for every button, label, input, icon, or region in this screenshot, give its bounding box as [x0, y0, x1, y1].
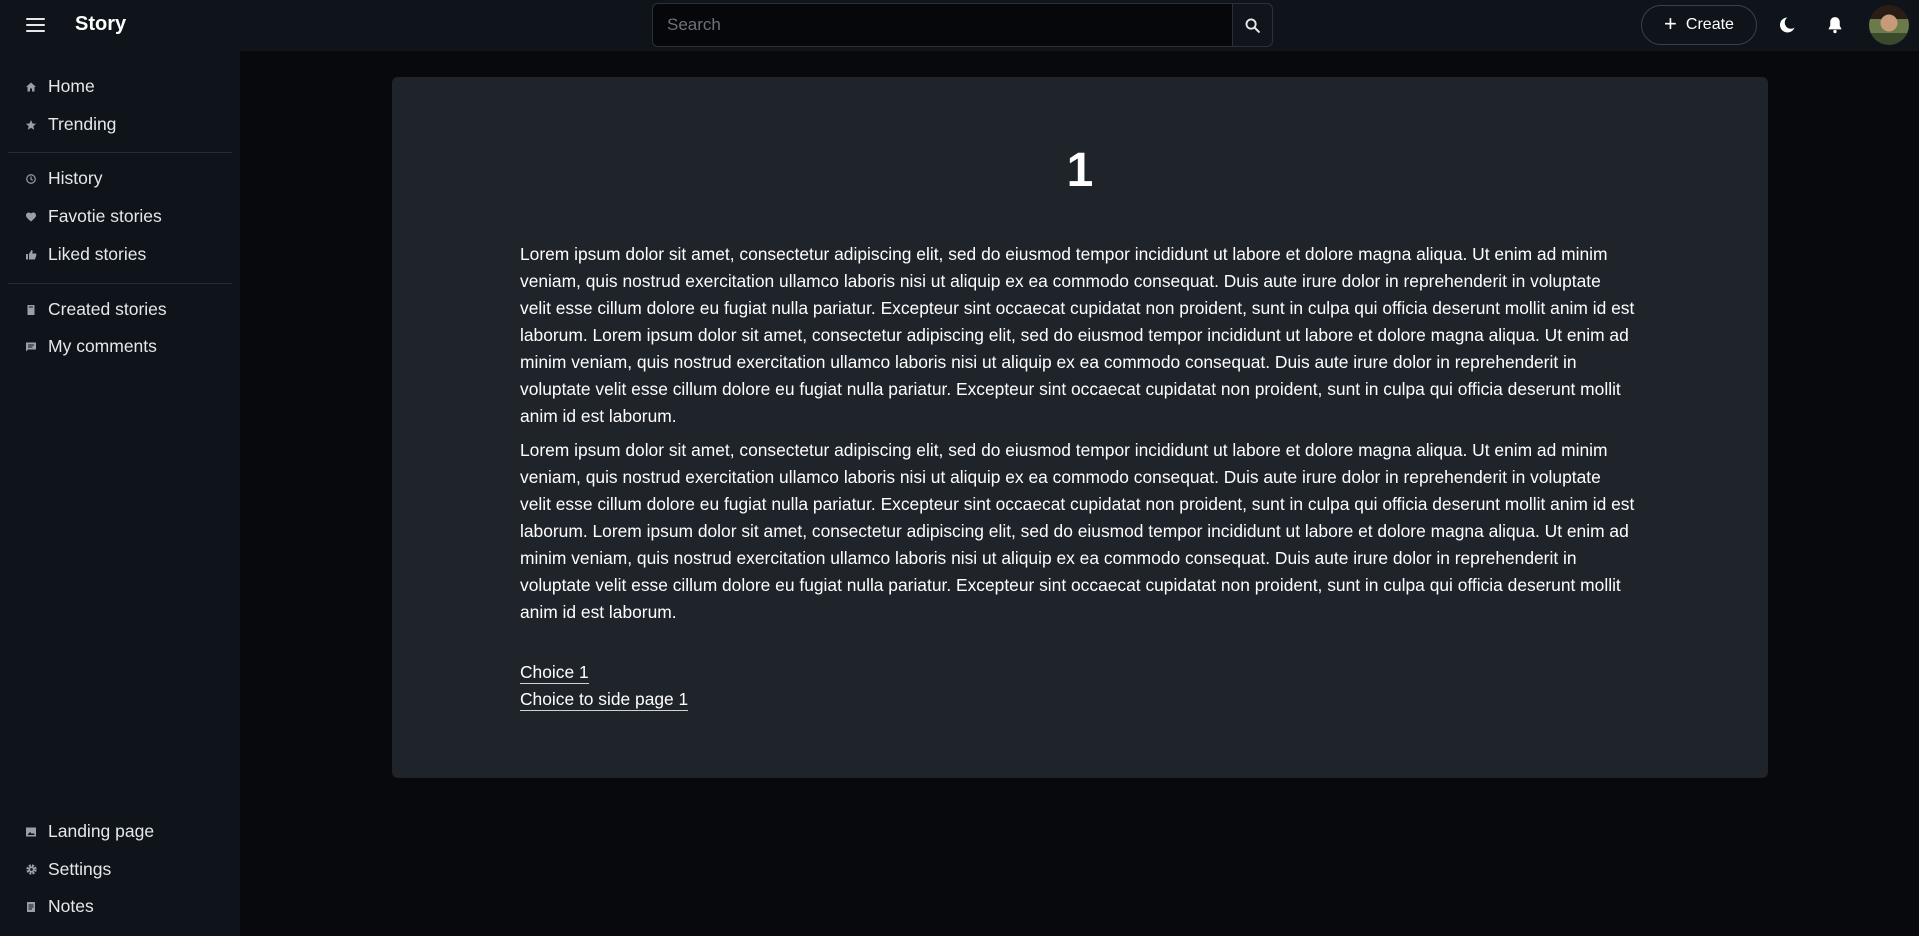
- sidebar-item-label: Notes: [48, 896, 94, 916]
- image-icon: [24, 825, 38, 839]
- gear-icon: [24, 863, 38, 877]
- sidebar-item-home[interactable]: Home: [24, 76, 95, 97]
- avatar[interactable]: [1869, 5, 1909, 45]
- plus-icon: +: [1664, 11, 1677, 36]
- bell-icon: [1828, 17, 1842, 34]
- story-paragraph: Lorem ipsum dolor sit amet, consectetur …: [520, 440, 1635, 622]
- search-button[interactable]: [1232, 3, 1273, 47]
- heart-icon: [24, 210, 38, 224]
- sidebar-item-label: History: [48, 168, 103, 188]
- notes-icon: [24, 900, 38, 914]
- home-icon: [24, 80, 38, 94]
- story-page-card: 1 Lorem ipsum dolor sit amet, consectetu…: [392, 77, 1768, 778]
- sidebar-item-landing-page[interactable]: Landing page: [24, 821, 154, 842]
- dark-mode-toggle[interactable]: [1774, 12, 1800, 38]
- sidebar: Home Trending History Favotie stories Li…: [0, 51, 240, 936]
- create-button-label: Create: [1685, 16, 1734, 33]
- search-bar: [652, 3, 1273, 47]
- sidebar-item-my-comments[interactable]: My comments: [24, 336, 157, 357]
- sidebar-item-label: My comments: [48, 336, 157, 356]
- sidebar-item-created-stories[interactable]: Created stories: [24, 299, 167, 320]
- divider: [8, 152, 232, 153]
- choice-link[interactable]: Choice to side page 1: [520, 689, 689, 711]
- sidebar-item-label: Favotie stories: [48, 206, 162, 226]
- divider: [8, 283, 232, 284]
- create-button[interactable]: + Create: [1641, 5, 1757, 45]
- hamburger-menu-icon[interactable]: [20, 12, 50, 38]
- choice-link[interactable]: Choice 1: [520, 662, 589, 684]
- app-title: Story: [75, 13, 127, 35]
- story-paragraph: Lorem ipsum dolor sit amet, consectetur …: [520, 244, 1635, 426]
- page-title: 1: [1066, 144, 1094, 197]
- comment-icon: [24, 340, 38, 354]
- sidebar-item-label: Home: [48, 76, 95, 96]
- history-icon: [24, 172, 38, 186]
- sidebar-item-label: Landing page: [48, 821, 155, 841]
- sidebar-item-label: Settings: [48, 859, 112, 879]
- top-bar: Story + Create: [0, 0, 1919, 51]
- star-icon: [24, 118, 38, 132]
- sidebar-item-liked-stories[interactable]: Liked stories: [24, 244, 146, 265]
- moon-icon: [1779, 17, 1795, 33]
- sidebar-item-settings[interactable]: Settings: [24, 859, 111, 880]
- search-input[interactable]: [652, 3, 1232, 47]
- sidebar-item-label: Trending: [48, 114, 117, 134]
- sidebar-item-history[interactable]: History: [24, 168, 102, 189]
- sidebar-item-label: Liked stories: [48, 244, 147, 264]
- sidebar-item-favorite-stories[interactable]: Favotie stories: [24, 206, 162, 227]
- sidebar-item-label: Created stories: [48, 299, 167, 319]
- thumbs-up-icon: [24, 248, 38, 262]
- notifications-button[interactable]: [1822, 12, 1848, 38]
- sidebar-item-trending[interactable]: Trending: [24, 114, 116, 135]
- book-icon: [24, 303, 38, 317]
- sidebar-item-notes[interactable]: Notes: [24, 896, 94, 917]
- search-icon: [1245, 18, 1260, 33]
